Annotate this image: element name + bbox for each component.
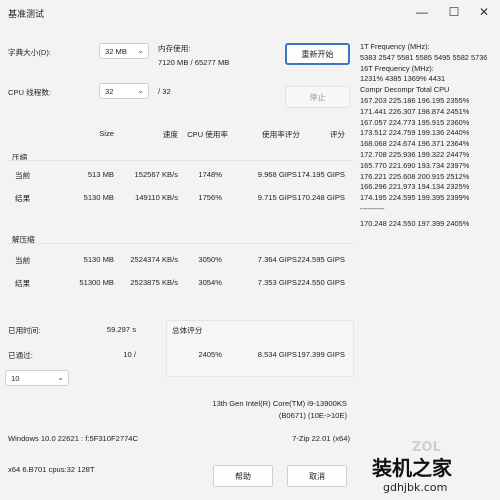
- log-line: ----------: [360, 203, 385, 213]
- cpu-threads-value: 32: [105, 87, 114, 96]
- memory-usage-label: 内存使用:: [158, 44, 191, 53]
- stop-button[interactable]: 停止: [285, 86, 350, 108]
- row-label: 当前: [15, 256, 31, 265]
- cell-rating: 224.595 GIPS: [297, 255, 345, 264]
- log-line: 168.068 224.674 196.371 2364%: [360, 139, 470, 149]
- cell-size: 5130 MB: [83, 255, 114, 264]
- restart-button[interactable]: 重新开始: [285, 43, 350, 65]
- cell-speed: 149110 KB/s: [135, 193, 178, 202]
- title-bar: 基准测试 — ☐ ✕: [0, 0, 500, 24]
- cpu-threads-label: CPU 线程数:: [8, 88, 52, 97]
- cpu-threads-total: / 32: [158, 87, 171, 96]
- log-line: 165.770 221.690 193.734 2397%: [360, 160, 470, 170]
- frequency-log: 1T Frequency (MHz): 5383 2547 5581 5585 …: [360, 42, 495, 230]
- cell-rating: 170.248 GIPS: [297, 193, 345, 202]
- row-label: 当前: [15, 171, 31, 180]
- col-header-cpu-usage: CPU 使用率: [187, 130, 228, 139]
- dict-size-select[interactable]: 32 MB ⌄: [99, 43, 149, 59]
- summary-rating: 197.399 GIPS: [297, 350, 345, 359]
- passes-select[interactable]: 10 ⌄: [5, 370, 69, 386]
- col-header-rating: 评分: [329, 130, 345, 139]
- compress-section-label: 压缩: [12, 153, 28, 162]
- window-title: 基准测试: [8, 9, 45, 19]
- passes-value: 10 /: [123, 350, 136, 359]
- help-button[interactable]: 帮助: [213, 465, 273, 487]
- log-line: 174.195 224.595 199.395 2399%: [360, 193, 470, 203]
- cell-size: 513 MB: [87, 170, 114, 179]
- cell-rating: 174.195 GIPS: [297, 170, 345, 179]
- row-label: 结果: [15, 194, 31, 203]
- log-line: Compr Decompr Total CPU: [360, 85, 450, 95]
- col-header-size: Size: [99, 129, 114, 138]
- minimize-icon[interactable]: —: [408, 3, 436, 21]
- log-line: 5383 2547 5581 5585 5495 5582 5736: [360, 52, 488, 62]
- watermark-logo: 装机之家: [372, 456, 452, 480]
- cell-cpu-usage: 3054%: [198, 278, 222, 287]
- chevron-down-icon: ⌄: [57, 373, 64, 382]
- elapsed-time-label: 已用时间:: [8, 326, 41, 335]
- cell-cpu-usage: 3050%: [198, 255, 222, 264]
- cpu-id: (B0671) (10E->10E): [278, 411, 347, 420]
- cell-cpu-usage: 1748%: [198, 170, 222, 179]
- close-icon[interactable]: ✕: [470, 3, 498, 21]
- passes-select-value: 10: [11, 374, 20, 383]
- log-line: 167.203 225.186 196.195 2355%: [360, 95, 470, 105]
- log-line: 173.512 224.759 199.136 2440%: [360, 128, 470, 138]
- os-info: Windows 10.0 22621 : f:5F310F2774C: [8, 434, 139, 443]
- watermark-url: gdhjbk.com: [383, 481, 448, 494]
- log-line: 172.708 225.936 199.322 2447%: [360, 149, 470, 159]
- chevron-down-icon: ⌄: [137, 46, 144, 55]
- zip-version: 7-Zip 22.01 (x64): [292, 434, 350, 443]
- log-line: 167.057 224.773 195.915 2360%: [360, 117, 470, 127]
- summary-label: 总体评分: [172, 326, 203, 335]
- cell-size: 5130 MB: [83, 193, 114, 202]
- summary-cpu-usage: 2405%: [198, 350, 222, 359]
- log-line: 176.221 225.608 200.915 2512%: [360, 171, 470, 181]
- section-divider: [8, 243, 353, 244]
- maximize-icon[interactable]: ☐: [440, 3, 468, 21]
- log-line: 1T Frequency (MHz):: [360, 42, 430, 51]
- cell-size: 51300 MB: [79, 278, 114, 287]
- cpu-threads-select[interactable]: 32 ⌄: [99, 83, 149, 99]
- log-line: 16T Frequency (MHz):: [360, 63, 434, 73]
- dict-size-label: 字典大小(D):: [8, 48, 52, 57]
- log-line: 170.248 224.550 197.399 2405%: [360, 218, 470, 228]
- cell-speed: 2523875 KB/s: [130, 278, 178, 287]
- row-label: 结果: [15, 279, 31, 288]
- cpu-name: 13th Gen Intel(R) Core(TM) i9-13900KS: [212, 399, 347, 408]
- col-header-speed: 速度: [162, 130, 178, 139]
- cell-speed: 2524374 KB/s: [130, 255, 178, 264]
- log-line: 166.296 221.973 194.134 2325%: [360, 182, 470, 192]
- elapsed-time-value: 59.297 s: [106, 325, 136, 334]
- log-line: 171.441 226.307 198.874 2451%: [360, 106, 470, 116]
- cell-speed: 152567 KB/s: [134, 170, 179, 179]
- cell-cpu-usage: 1756%: [198, 193, 222, 202]
- arch-info: x64 6.B701 cpus:32 128T: [8, 465, 95, 474]
- dict-size-value: 32 MB: [105, 47, 127, 56]
- section-divider: [8, 160, 353, 161]
- log-line: 1231% 4385 1369% 4431: [360, 74, 446, 84]
- col-header-usage-rating: 使用率评分: [262, 130, 300, 139]
- memory-usage-value: 7120 MB / 65277 MB: [158, 58, 230, 67]
- passes-label: 已通过:: [8, 351, 33, 360]
- cell-rating: 224.550 GIPS: [297, 278, 345, 287]
- chevron-down-icon: ⌄: [137, 86, 144, 95]
- cancel-button[interactable]: 取消: [287, 465, 347, 487]
